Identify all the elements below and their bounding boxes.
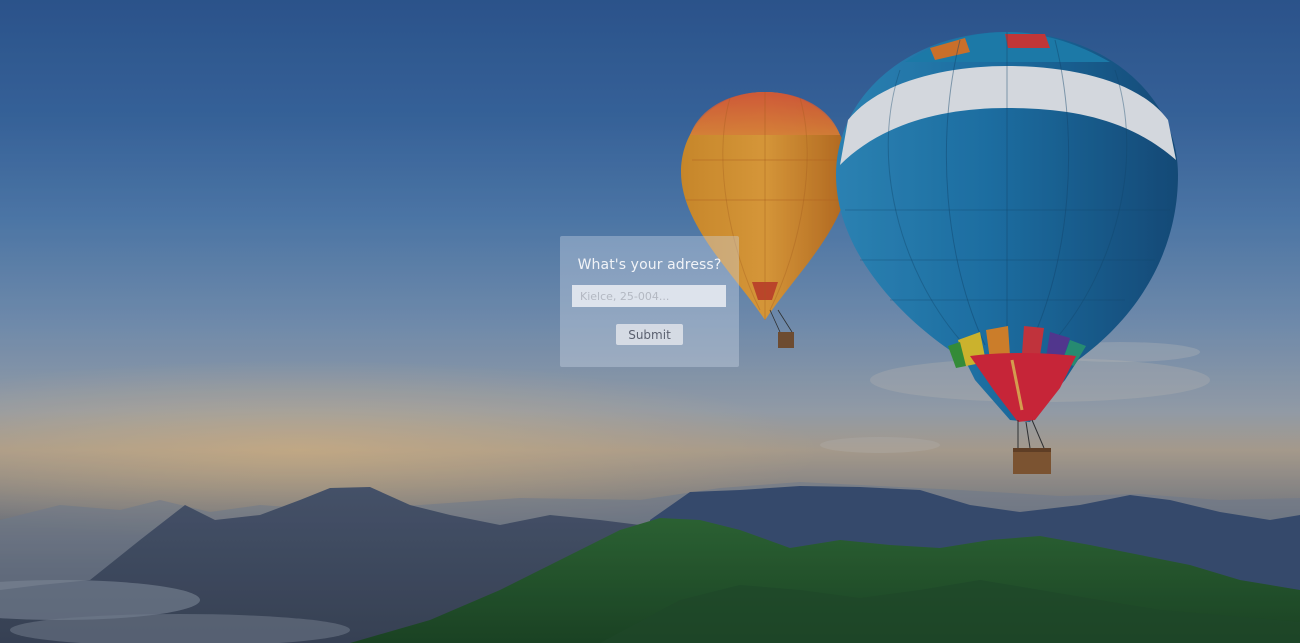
form-title: What's your adress? bbox=[577, 257, 722, 273]
submit-button[interactable]: Submit bbox=[616, 324, 683, 345]
address-form: What's your adress? Submit bbox=[560, 236, 739, 367]
address-input[interactable] bbox=[572, 285, 726, 307]
blue-balloon bbox=[836, 32, 1178, 474]
page-background: What's your adress? Submit bbox=[0, 0, 1300, 643]
